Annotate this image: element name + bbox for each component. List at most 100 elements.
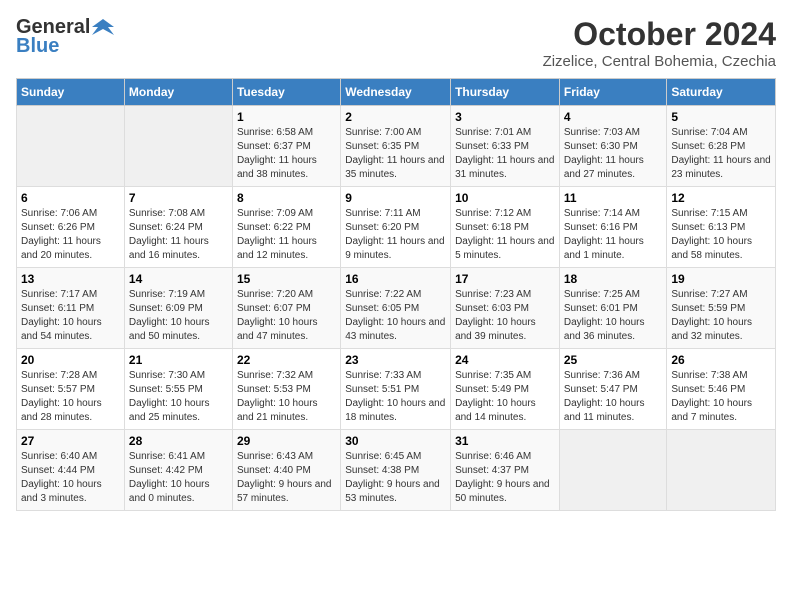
calendar-cell: 14 Sunrise: 7:19 AMSunset: 6:09 PMDayligh…: [124, 268, 232, 349]
weekday-tuesday: Tuesday: [232, 79, 340, 106]
calendar-cell: [667, 430, 776, 511]
day-info: Sunrise: 7:32 AMSunset: 5:53 PMDaylight:…: [237, 369, 336, 425]
day-info: Sunrise: 6:45 AMSunset: 4:38 PMDaylight:…: [345, 450, 446, 506]
day-info: Sunrise: 6:46 AMSunset: 4:37 PMDaylight:…: [455, 450, 555, 506]
calendar-cell: 21Sunrise: 7:30 AMSunset: 5:55 PMDayligh…: [124, 349, 232, 430]
day-info: Sunrise: 7:25 AMSunset: 6:01 PMDaylight:…: [564, 288, 663, 344]
title-section: October 2024 Zizelice, Central Bohemia, …: [543, 16, 776, 70]
day-info: Sunrise: 7:17 AMSunset: 6:11 PMDaylight:…: [21, 288, 120, 344]
day-number: 2: [345, 110, 446, 124]
calendar-cell: 22 Sunrise: 7:32 AMSunset: 5:53 PMDayligh…: [232, 349, 340, 430]
calendar-cell: 1 Sunrise: 6:58 AMSunset: 6:37 PMDaylight…: [232, 106, 340, 187]
weekday-monday: Monday: [124, 79, 232, 106]
logo: General Blue: [16, 16, 114, 58]
calendar-cell: 3 Sunrise: 7:01 AMSunset: 6:33 PMDaylight…: [451, 106, 560, 187]
calendar-cell: 19 Sunrise: 7:27 AMSunset: 5:59 PMDayligh…: [667, 268, 776, 349]
day-number: 20: [21, 353, 120, 367]
day-number: 13: [21, 272, 120, 286]
day-number: 18: [564, 272, 663, 286]
weekday-saturday: Saturday: [667, 79, 776, 106]
day-info: Sunrise: 7:14 AMSunset: 6:16 PMDaylight:…: [564, 207, 663, 263]
calendar-week-1: 1 Sunrise: 6:58 AMSunset: 6:37 PMDaylight…: [17, 106, 776, 187]
calendar-cell: 16Sunrise: 7:22 AMSunset: 6:05 PMDayligh…: [341, 268, 451, 349]
weekday-wednesday: Wednesday: [341, 79, 451, 106]
day-info: Sunrise: 7:19 AMSunset: 6:09 PMDaylight:…: [129, 288, 228, 344]
calendar-week-5: 27 Sunrise: 6:40 AMSunset: 4:44 PMDayligh…: [17, 430, 776, 511]
day-info: Sunrise: 7:38 AMSunset: 5:46 PMDaylight:…: [671, 369, 771, 425]
day-number: 30: [345, 434, 446, 448]
day-info: Sunrise: 7:03 AMSunset: 6:30 PMDaylight:…: [564, 126, 663, 182]
calendar-cell: 29Sunrise: 6:43 AMSunset: 4:40 PMDayligh…: [232, 430, 340, 511]
calendar-cell: 10Sunrise: 7:12 AMSunset: 6:18 PMDayligh…: [451, 187, 560, 268]
day-number: 3: [455, 110, 555, 124]
day-number: 9: [345, 191, 446, 205]
calendar-week-3: 13 Sunrise: 7:17 AMSunset: 6:11 PMDayligh…: [17, 268, 776, 349]
day-number: 12: [671, 191, 771, 205]
day-number: 31: [455, 434, 555, 448]
weekday-header-row: SundayMondayTuesdayWednesdayThursdayFrid…: [17, 79, 776, 106]
day-number: 22: [237, 353, 336, 367]
day-info: Sunrise: 6:43 AMSunset: 4:40 PMDaylight:…: [237, 450, 336, 506]
calendar-cell: 18 Sunrise: 7:25 AMSunset: 6:01 PMDayligh…: [559, 268, 667, 349]
day-number: 25: [564, 353, 663, 367]
day-number: 27: [21, 434, 120, 448]
calendar-cell: 5Sunrise: 7:04 AMSunset: 6:28 PMDaylight…: [667, 106, 776, 187]
page-header: General Blue October 2024 Zizelice, Cent…: [16, 16, 776, 70]
logo-bird-icon: [92, 17, 114, 39]
calendar-cell: 28 Sunrise: 6:41 AMSunset: 4:42 PMDayligh…: [124, 430, 232, 511]
calendar-cell: 13 Sunrise: 7:17 AMSunset: 6:11 PMDayligh…: [17, 268, 125, 349]
calendar-cell: 26 Sunrise: 7:38 AMSunset: 5:46 PMDayligh…: [667, 349, 776, 430]
day-info: Sunrise: 7:09 AMSunset: 6:22 PMDaylight:…: [237, 207, 336, 263]
day-number: 28: [129, 434, 228, 448]
calendar-cell: 11Sunrise: 7:14 AMSunset: 6:16 PMDayligh…: [559, 187, 667, 268]
calendar-cell: 6Sunrise: 7:06 AMSunset: 6:26 PMDaylight…: [17, 187, 125, 268]
calendar-cell: 30 Sunrise: 6:45 AMSunset: 4:38 PMDayligh…: [341, 430, 451, 511]
day-number: 15: [237, 272, 336, 286]
day-info: Sunrise: 7:11 AMSunset: 6:20 PMDaylight:…: [345, 207, 446, 263]
day-info: Sunrise: 7:35 AMSunset: 5:49 PMDaylight:…: [455, 369, 555, 425]
day-info: Sunrise: 7:12 AMSunset: 6:18 PMDaylight:…: [455, 207, 555, 263]
calendar-cell: [559, 430, 667, 511]
day-info: Sunrise: 7:22 AMSunset: 6:05 PMDaylight:…: [345, 288, 446, 344]
day-number: 17: [455, 272, 555, 286]
calendar-cell: 17 Sunrise: 7:23 AMSunset: 6:03 PMDayligh…: [451, 268, 560, 349]
calendar-cell: 24Sunrise: 7:35 AMSunset: 5:49 PMDayligh…: [451, 349, 560, 430]
day-info: Sunrise: 7:04 AMSunset: 6:28 PMDaylight:…: [671, 126, 771, 182]
day-info: Sunrise: 6:41 AMSunset: 4:42 PMDaylight:…: [129, 450, 228, 506]
day-number: 8: [237, 191, 336, 205]
day-info: Sunrise: 7:36 AMSunset: 5:47 PMDaylight:…: [564, 369, 663, 425]
day-number: 21: [129, 353, 228, 367]
day-number: 1: [237, 110, 336, 124]
day-info: Sunrise: 6:40 AMSunset: 4:44 PMDaylight:…: [21, 450, 120, 506]
calendar-cell: [17, 106, 125, 187]
calendar-cell: 7Sunrise: 7:08 AMSunset: 6:24 PMDaylight…: [124, 187, 232, 268]
calendar-week-4: 20 Sunrise: 7:28 AMSunset: 5:57 PMDayligh…: [17, 349, 776, 430]
day-info: Sunrise: 7:00 AMSunset: 6:35 PMDaylight:…: [345, 126, 446, 182]
day-info: Sunrise: 6:58 AMSunset: 6:37 PMDaylight:…: [237, 126, 336, 182]
calendar-cell: 9 Sunrise: 7:11 AMSunset: 6:20 PMDaylight…: [341, 187, 451, 268]
weekday-friday: Friday: [559, 79, 667, 106]
day-info: Sunrise: 7:28 AMSunset: 5:57 PMDaylight:…: [21, 369, 120, 425]
day-info: Sunrise: 7:27 AMSunset: 5:59 PMDaylight:…: [671, 288, 771, 344]
day-number: 19: [671, 272, 771, 286]
day-number: 4: [564, 110, 663, 124]
calendar-cell: 27 Sunrise: 6:40 AMSunset: 4:44 PMDayligh…: [17, 430, 125, 511]
day-number: 14: [129, 272, 228, 286]
calendar-body: 1 Sunrise: 6:58 AMSunset: 6:37 PMDaylight…: [17, 106, 776, 511]
day-info: Sunrise: 7:01 AMSunset: 6:33 PMDaylight:…: [455, 126, 555, 182]
calendar-cell: 15 Sunrise: 7:20 AMSunset: 6:07 PMDayligh…: [232, 268, 340, 349]
logo-blue-text: Blue: [16, 35, 59, 58]
calendar-cell: 12Sunrise: 7:15 AMSunset: 6:13 PMDayligh…: [667, 187, 776, 268]
calendar-cell: 4 Sunrise: 7:03 AMSunset: 6:30 PMDaylight…: [559, 106, 667, 187]
day-number: 6: [21, 191, 120, 205]
day-info: Sunrise: 7:23 AMSunset: 6:03 PMDaylight:…: [455, 288, 555, 344]
day-info: Sunrise: 7:20 AMSunset: 6:07 PMDaylight:…: [237, 288, 336, 344]
calendar-cell: [124, 106, 232, 187]
calendar-cell: 25 Sunrise: 7:36 AMSunset: 5:47 PMDayligh…: [559, 349, 667, 430]
calendar-cell: 8 Sunrise: 7:09 AMSunset: 6:22 PMDaylight…: [232, 187, 340, 268]
month-title: October 2024: [543, 16, 776, 53]
day-number: 26: [671, 353, 771, 367]
calendar-table: SundayMondayTuesdayWednesdayThursdayFrid…: [16, 78, 776, 511]
calendar-week-2: 6Sunrise: 7:06 AMSunset: 6:26 PMDaylight…: [17, 187, 776, 268]
calendar-cell: 20 Sunrise: 7:28 AMSunset: 5:57 PMDayligh…: [17, 349, 125, 430]
